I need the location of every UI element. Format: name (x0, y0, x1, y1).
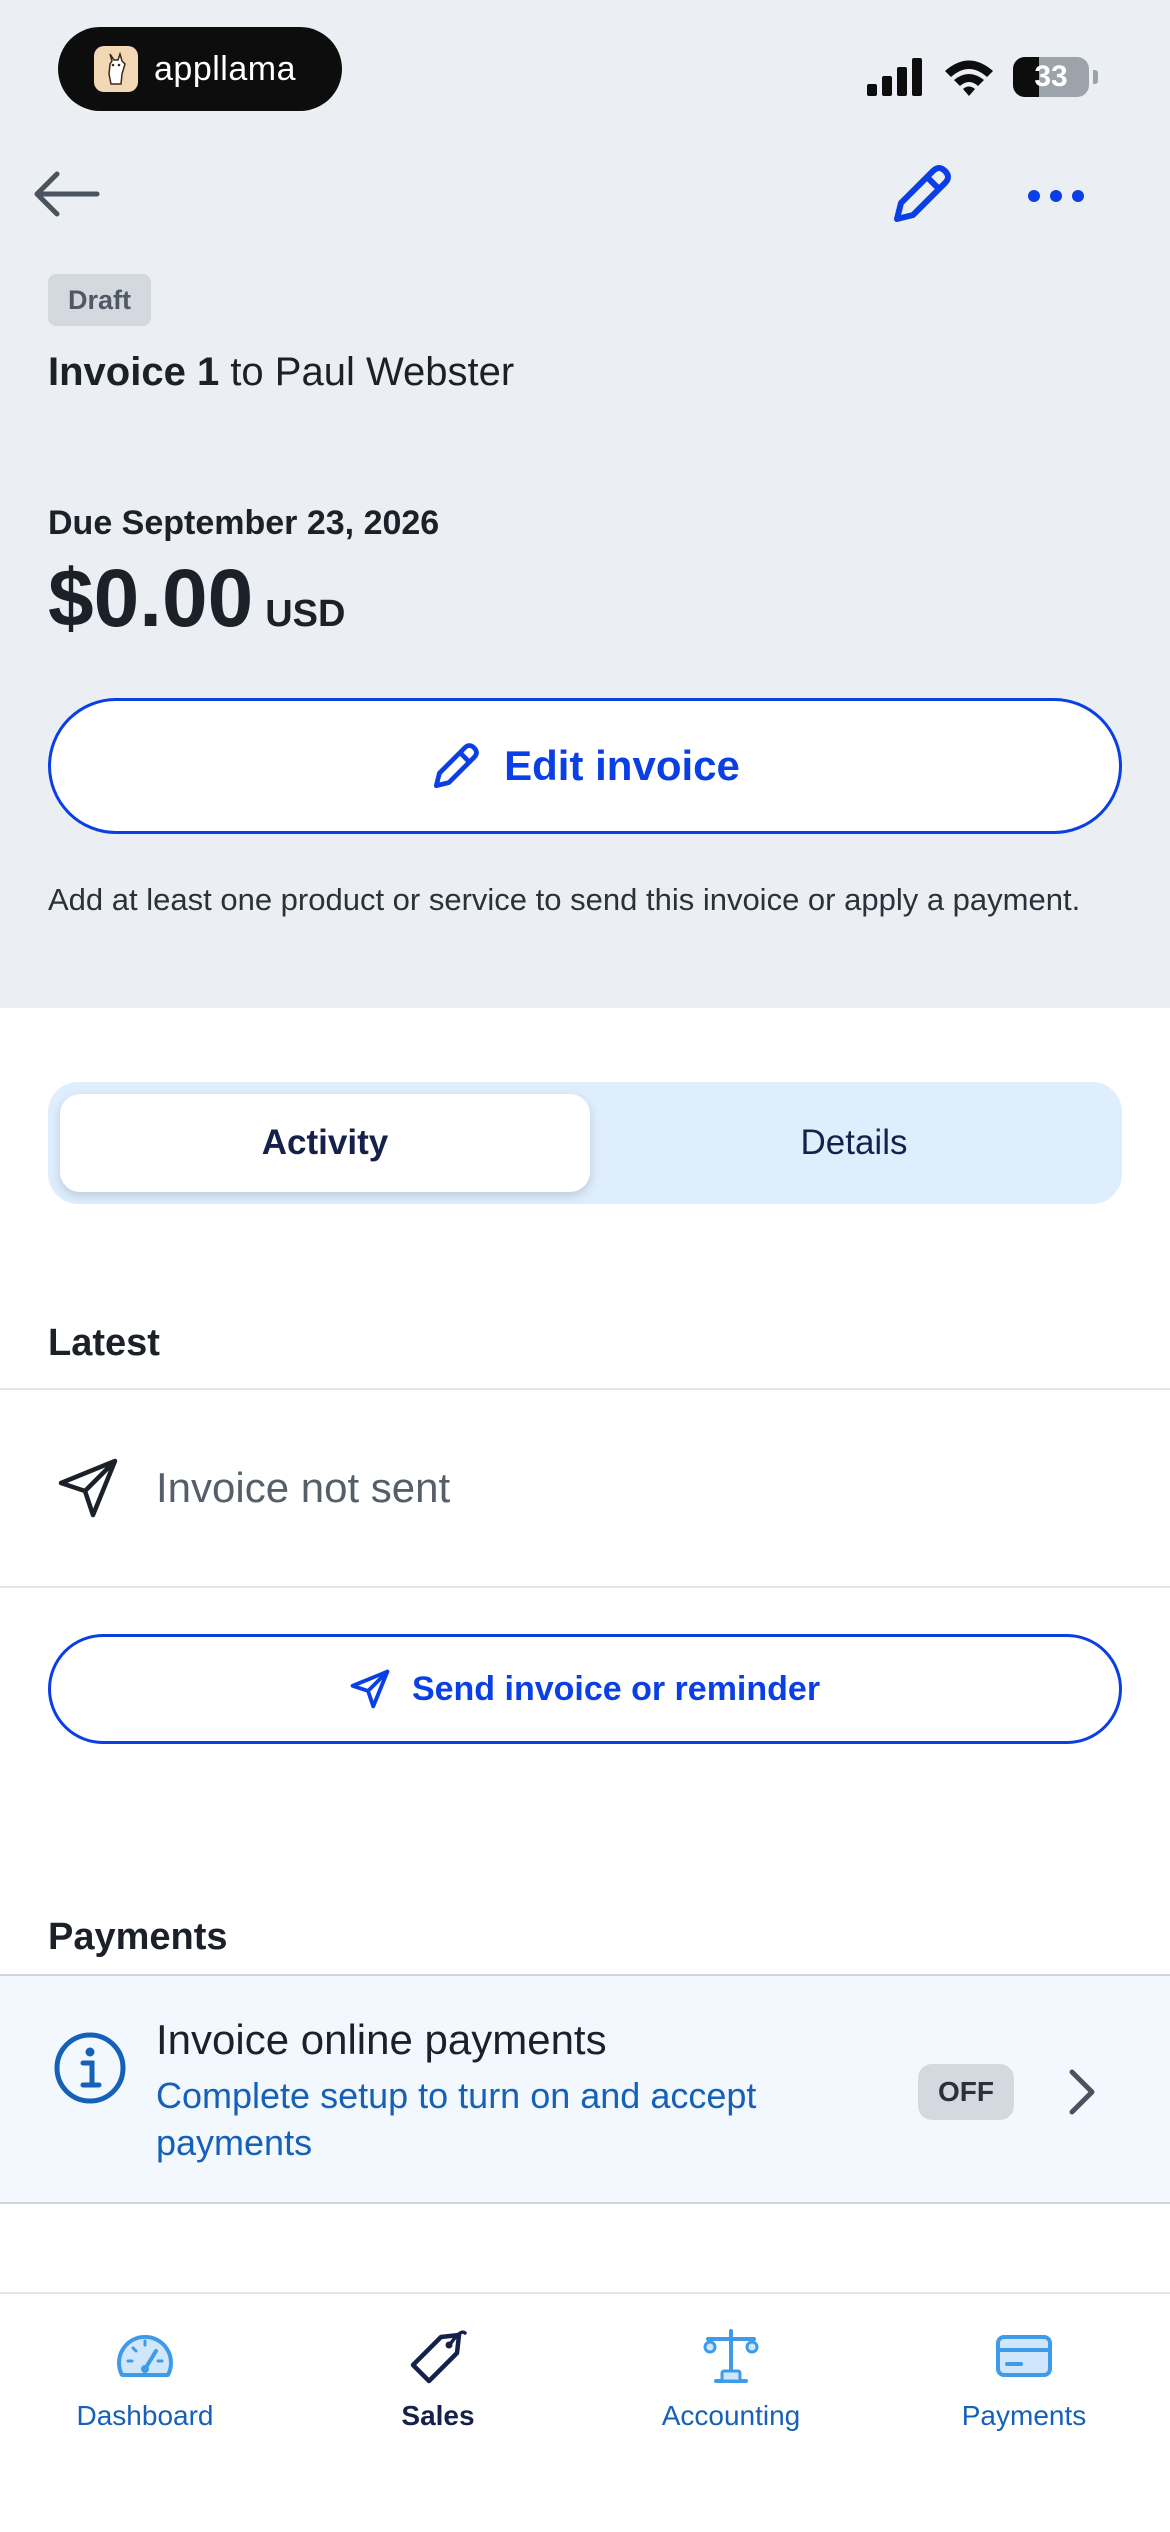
back-button[interactable] (28, 160, 104, 228)
online-payments-subtitle[interactable]: Complete setup to turn on and accept pay… (156, 2072, 836, 2166)
arrow-left-icon (34, 171, 100, 217)
tab-accounting-label: Accounting (661, 2400, 801, 2431)
more-options-button[interactable] (1016, 166, 1096, 226)
activity-details-toggle: Activity Details (48, 1082, 1122, 1204)
llama-logo-icon (94, 46, 138, 92)
paper-plane-icon (56, 1456, 120, 1520)
payments-heading: Payments (48, 1916, 228, 1958)
activity-item: Invoice not sent (0, 1390, 1170, 1586)
currency-code: USD (265, 593, 346, 635)
send-invoice-label: Send invoice or reminder (411, 1669, 821, 1708)
send-invoice-button[interactable]: Send invoice or reminder (48, 1634, 1122, 1744)
battery-icon: 33 (1013, 57, 1089, 97)
edit-invoice-label: Edit invoice (504, 742, 740, 789)
invoice-amount: $0.00 USD (48, 552, 345, 646)
app-brand-pill: appllama (58, 27, 342, 111)
status-icons: 33 (867, 52, 1098, 102)
balance-scale-icon (699, 2324, 763, 2388)
tab-activity[interactable]: Activity (60, 1094, 590, 1192)
amount-value: $0.00 (48, 553, 254, 644)
wifi-icon (945, 60, 993, 96)
tab-payments-label: Payments (961, 2400, 1087, 2431)
invoice-recipient: to Paul Webster (219, 350, 515, 394)
price-tag-icon (406, 2324, 470, 2388)
online-payments-title: Invoice online payments (156, 2016, 607, 2063)
status-badge: Draft (48, 274, 152, 326)
paper-plane-icon (350, 1669, 390, 1709)
edit-icon-button[interactable] (884, 158, 960, 230)
tab-payments[interactable]: Payments (904, 2324, 1144, 2454)
cellular-signal-icon (867, 58, 922, 96)
pencil-icon (894, 165, 951, 222)
tab-sales-label: Sales (401, 2400, 475, 2431)
due-date: Due September 23, 2026 (48, 504, 440, 542)
tab-dashboard[interactable]: Dashboard (25, 2324, 265, 2454)
tab-details[interactable]: Details (598, 1094, 1110, 1192)
bottom-tab-bar: Dashboard Sales Accounting Payments (0, 2292, 1170, 2532)
invoice-hint: Add at least one product or service to s… (48, 882, 1081, 917)
latest-heading: Latest (48, 1322, 160, 1364)
activity-item-text: Invoice not sent (156, 1464, 451, 1511)
tab-accounting[interactable]: Accounting (611, 2324, 851, 2454)
battery-level: 33 (1034, 60, 1068, 93)
pencil-icon (434, 743, 479, 789)
online-payments-row[interactable]: Invoice online payments Complete setup t… (0, 1974, 1170, 2204)
chevron-right-icon (1062, 2064, 1102, 2120)
payments-off-badge: OFF (918, 2064, 1014, 2120)
credit-card-icon (992, 2324, 1056, 2388)
divider (0, 1586, 1170, 1588)
info-circle-icon (54, 2032, 126, 2104)
tab-sales[interactable]: Sales (318, 2324, 558, 2454)
invoice-number: Invoice 1 (48, 350, 220, 394)
brand-name: appllama (154, 49, 296, 88)
speedometer-icon (113, 2324, 177, 2388)
invoice-title: Invoice 1 to Paul Webster (48, 350, 514, 395)
edit-invoice-button[interactable]: Edit invoice (48, 698, 1122, 834)
tab-dashboard-label: Dashboard (76, 2400, 214, 2431)
more-horizontal-icon (1028, 190, 1084, 202)
battery-nub (1093, 70, 1098, 84)
